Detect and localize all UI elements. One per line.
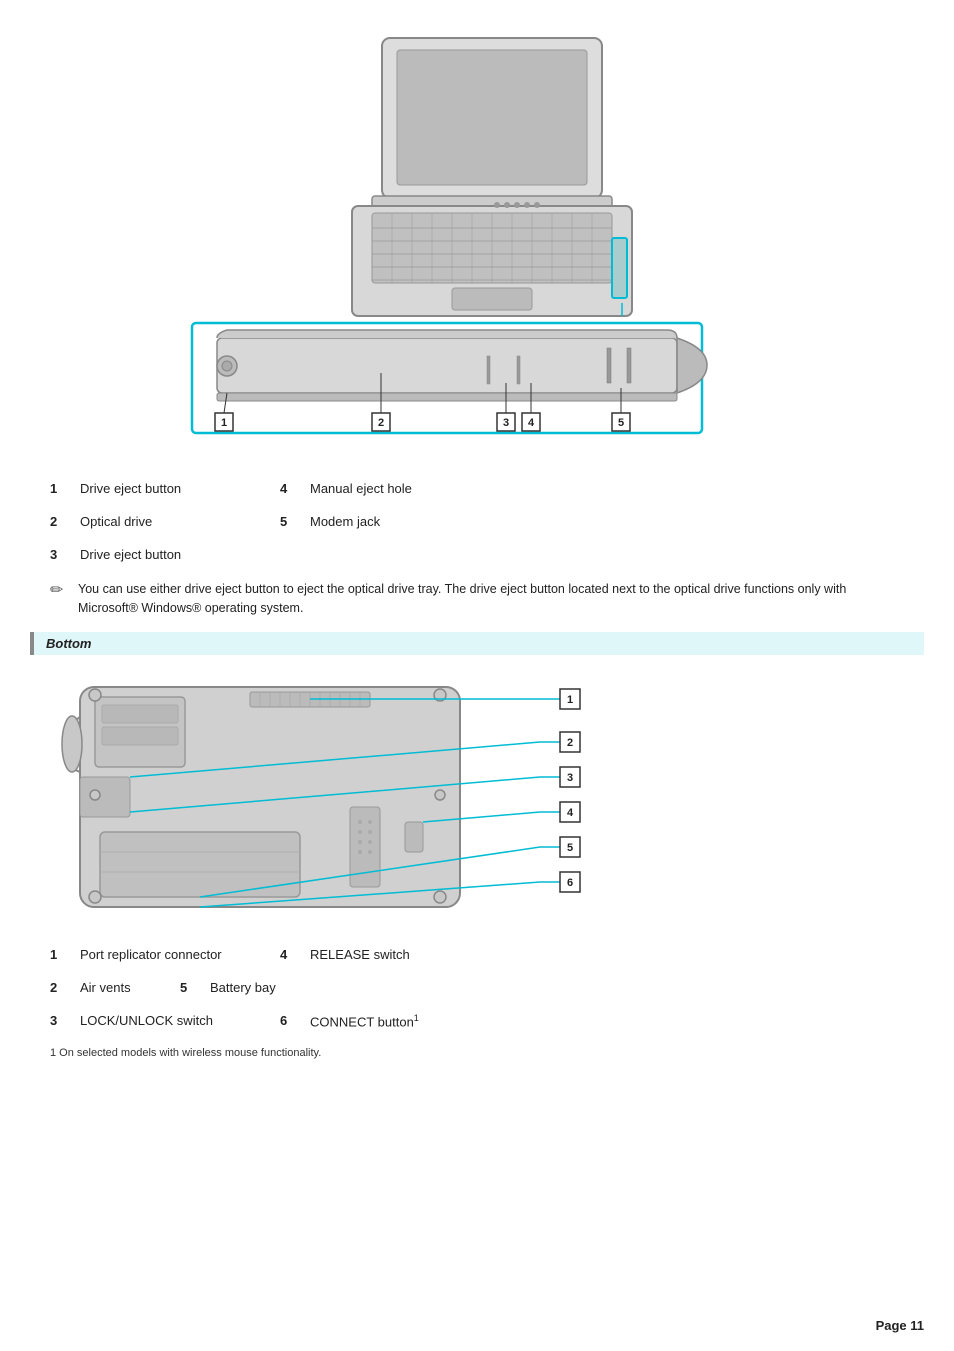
side-view-diagram: 1 2 3 4 5 <box>187 318 767 461</box>
svg-text:2: 2 <box>567 737 573 749</box>
bottom-section-header: Bottom <box>30 632 924 655</box>
bottom-label-num-5: 5 <box>180 980 200 995</box>
note-text: You can use either drive eject button to… <box>78 580 904 618</box>
bottom-label-row-1-4: 1 Port replicator connector 4 RELEASE sw… <box>50 947 904 962</box>
bottom-labels-section: 1 Port replicator connector 4 RELEASE sw… <box>30 947 924 1029</box>
bottom-label-num-6: 6 <box>280 1013 300 1028</box>
bottom-diagram: 1 2 3 4 5 6 <box>50 667 924 927</box>
laptop-top-svg <box>282 18 672 318</box>
svg-text:5: 5 <box>567 842 573 854</box>
label-text-1: Drive eject button <box>80 481 240 496</box>
label-row-1-4: 1 Drive eject button 4 Manual eject hole <box>50 481 904 496</box>
label-num-3: 3 <box>50 547 70 562</box>
bottom-label-num-3: 3 <box>50 1013 70 1028</box>
bottom-label-num-2: 2 <box>50 980 70 995</box>
svg-text:2: 2 <box>378 417 384 429</box>
bottom-label-row-3-6: 3 LOCK/UNLOCK switch 6 CONNECT button1 <box>50 1013 904 1029</box>
svg-text:6: 6 <box>567 877 573 889</box>
note-box: ✏ You can use either drive eject button … <box>50 580 904 618</box>
label-num-1: 1 <box>50 481 70 496</box>
note-icon: ✏ <box>50 580 72 600</box>
top-labels-section: 1 Drive eject button 4 Manual eject hole… <box>30 481 924 562</box>
bottom-label-num-4: 4 <box>280 947 300 962</box>
footnote-superscript: 1 <box>414 1013 419 1023</box>
bottom-label-row-2-5: 2 Air vents 5 Battery bay <box>50 980 904 995</box>
bottom-label-text-2: Air vents <box>80 980 160 995</box>
svg-text:5: 5 <box>618 417 624 429</box>
bottom-label-text-3: LOCK/UNLOCK switch <box>80 1013 240 1028</box>
bottom-label-text-5: Battery bay <box>210 980 370 995</box>
footnote: 1 On selected models with wireless mouse… <box>50 1047 904 1059</box>
label-num-2: 2 <box>50 514 70 529</box>
page-number: Page 11 <box>876 1318 924 1333</box>
side-view-svg: 1 2 3 4 5 <box>187 318 767 458</box>
bottom-label-text-6: CONNECT button1 <box>310 1013 470 1029</box>
svg-text:1: 1 <box>221 417 227 429</box>
label-text-5: Modem jack <box>310 514 470 529</box>
svg-text:4: 4 <box>528 417 535 429</box>
svg-text:4: 4 <box>567 807 574 819</box>
bottom-label-num-1: 1 <box>50 947 70 962</box>
bottom-label-text-1: Port replicator connector <box>80 947 240 962</box>
label-num-5: 5 <box>280 514 300 529</box>
bottom-label-text-4: RELEASE switch <box>310 947 470 962</box>
label-row-3: 3 Drive eject button <box>50 547 904 562</box>
label-row-2-5: 2 Optical drive 5 Modem jack <box>50 514 904 529</box>
bottom-view-svg: 1 2 3 4 5 6 <box>50 667 630 927</box>
page-container: 1 2 3 4 5 <box>0 0 954 1351</box>
label-text-2: Optical drive <box>80 514 240 529</box>
svg-text:3: 3 <box>567 772 573 784</box>
label-text-3: Drive eject button <box>80 547 240 562</box>
label-text-4: Manual eject hole <box>310 481 470 496</box>
svg-text:1: 1 <box>567 694 573 706</box>
svg-text:3: 3 <box>503 417 509 429</box>
top-diagram: 1 2 3 4 5 <box>30 18 924 461</box>
label-num-4: 4 <box>280 481 300 496</box>
